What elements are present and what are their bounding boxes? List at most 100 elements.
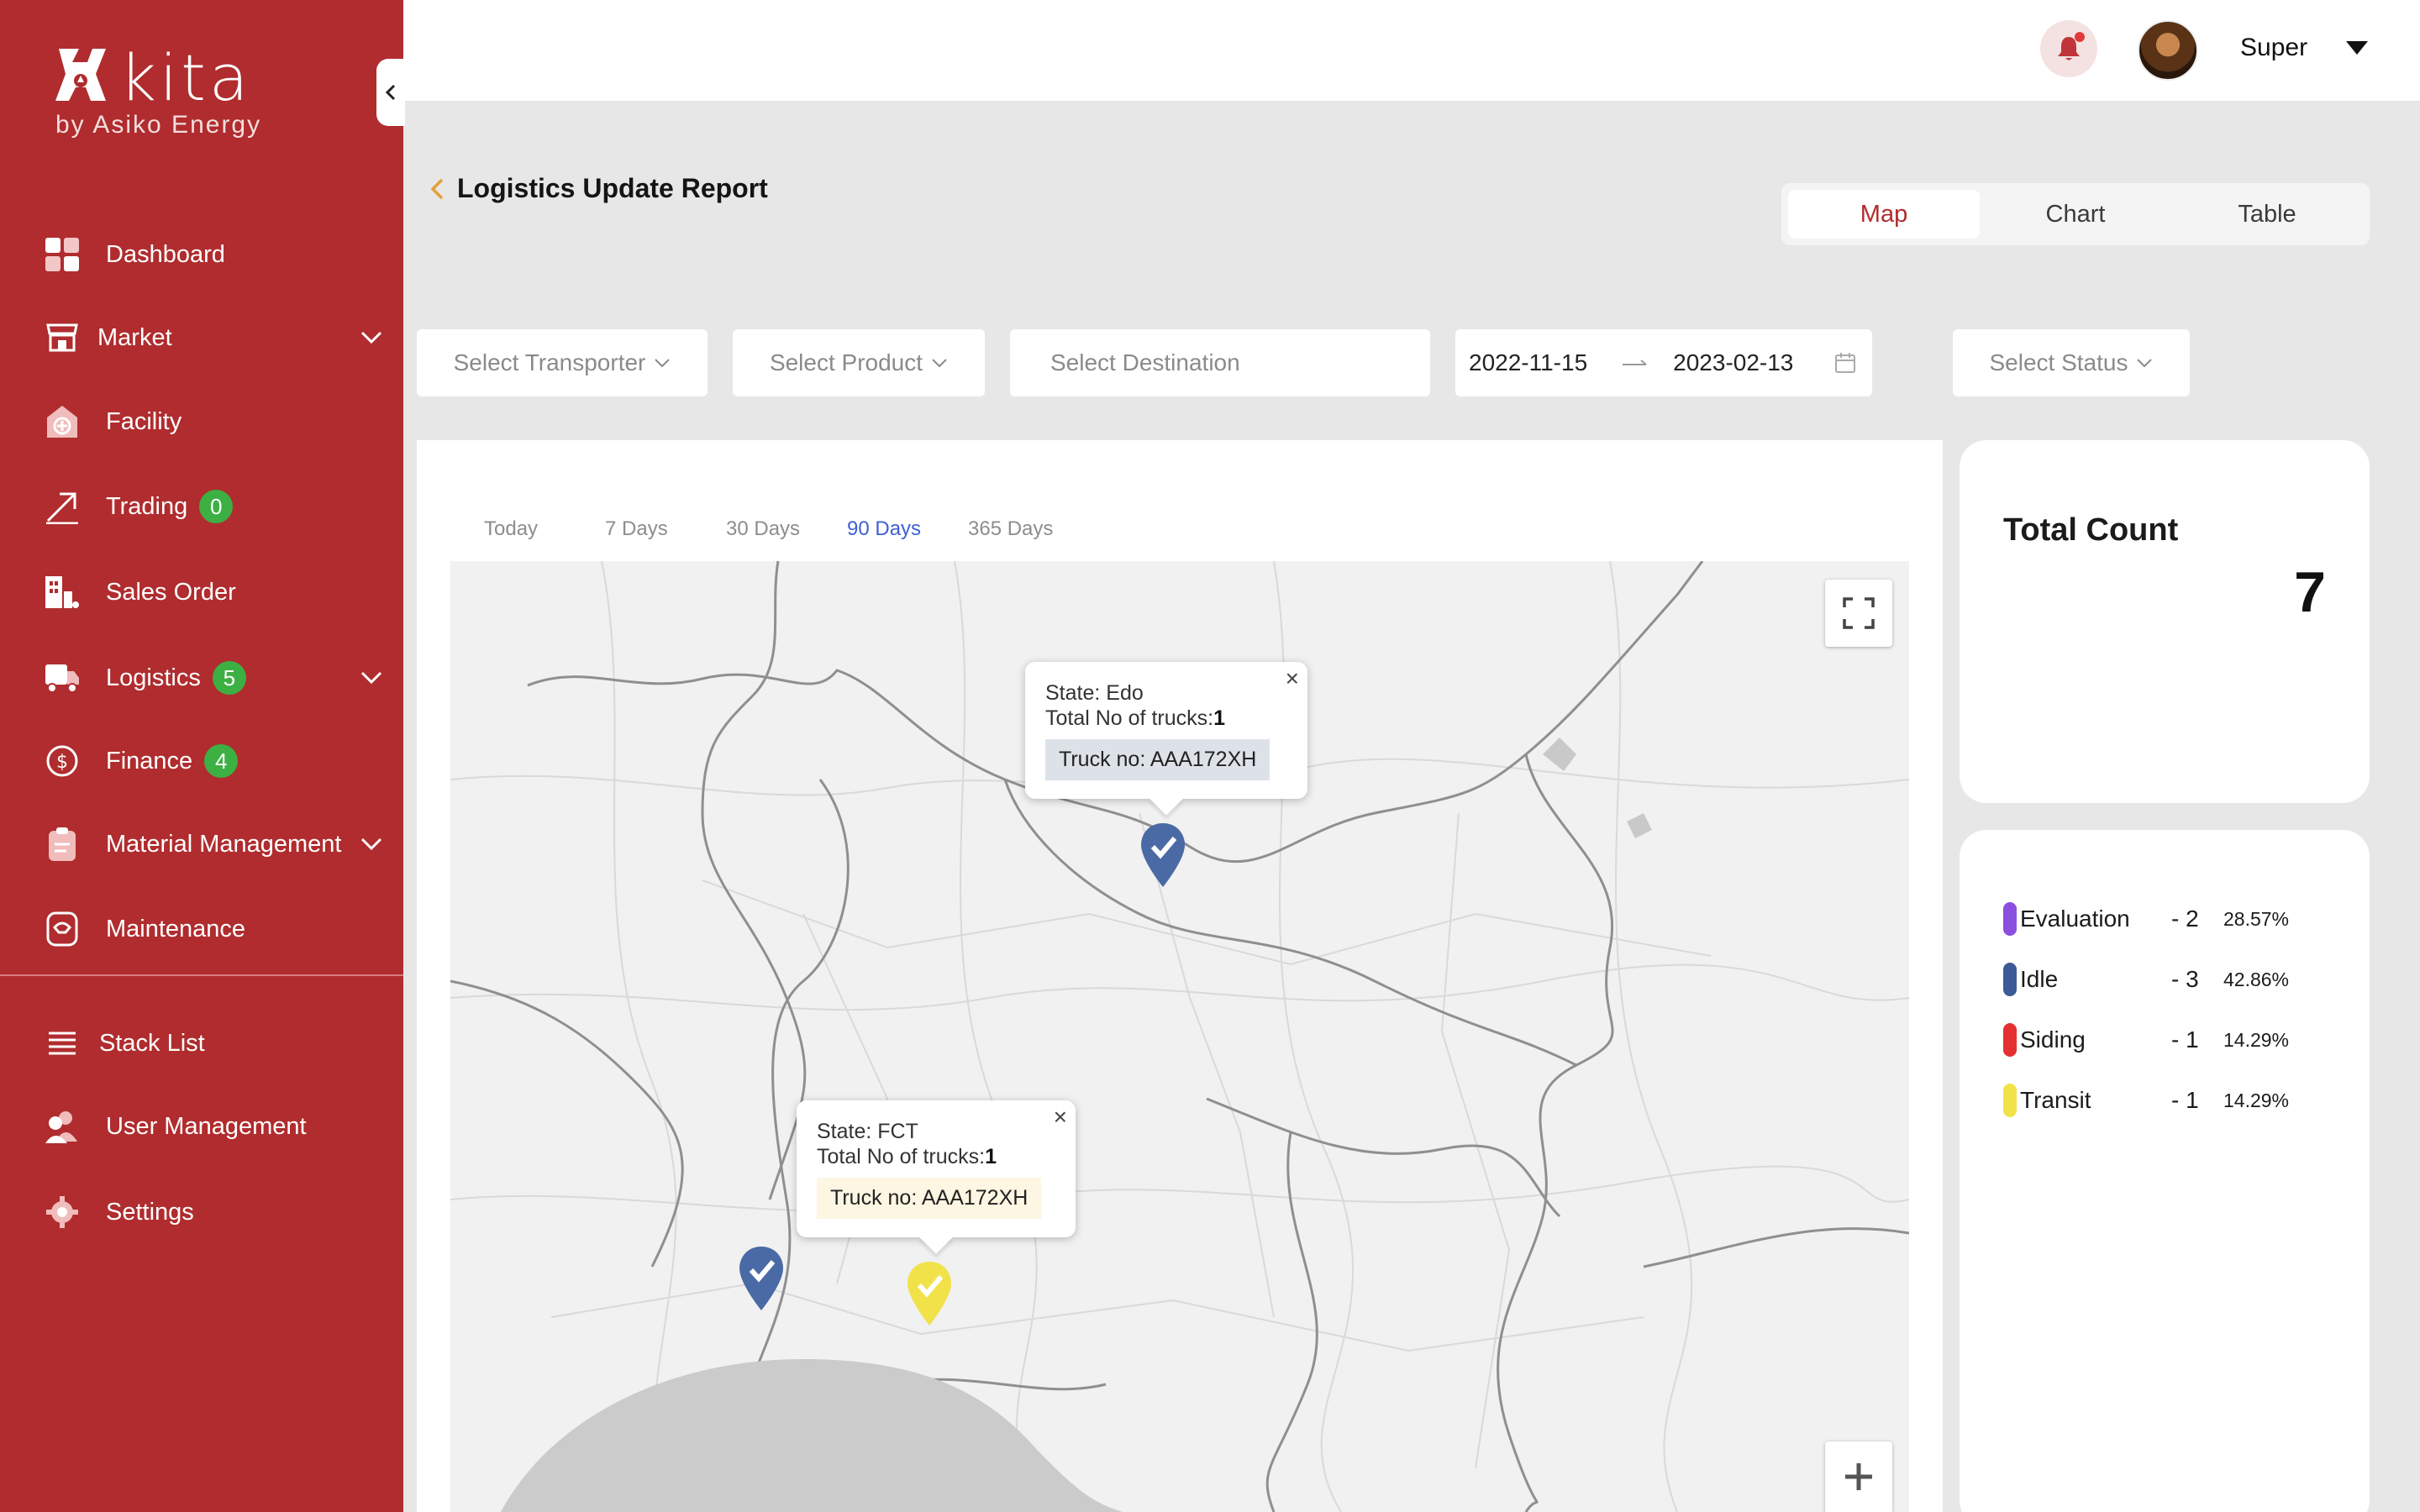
date-start[interactable]: 2022-11-15 [1469,349,1587,376]
sidebar-item-label: Logistics [106,664,201,691]
kita-logo-icon [55,49,106,101]
brand-tagline: by Asiko Energy [55,111,262,139]
sidebar-item-dashboard[interactable]: Dashboard [0,221,403,288]
sidebar-item-market[interactable]: Market [0,304,403,371]
user-name[interactable]: Super [2240,34,2307,62]
sidebar-item-sales-order[interactable]: Sales Order [0,559,403,626]
tab-table[interactable]: Table [2171,190,2363,239]
product-select[interactable]: Select Product [733,329,985,396]
sidebar-item-user-management[interactable]: User Management [0,1093,403,1160]
legend-swatch [2003,963,2017,996]
legend-count: - 1 [2171,1087,2199,1113]
fullscreen-icon [1843,597,1875,629]
avatar[interactable] [2138,20,2198,81]
maintenance-icon [44,911,81,948]
legend-name: Transit [2020,1087,2091,1113]
sidebar-item-label: Market [97,323,172,351]
legend-count: - 1 [2171,1026,2199,1053]
status-select[interactable]: Select Status [1953,329,2190,396]
date-end[interactable]: 2023-02-13 [1673,349,1793,376]
popup-trucks: Total No of trucks:1 [1045,706,1287,731]
legend-percent: 14.29% [2223,1089,2290,1111]
finance-badge: 4 [204,744,239,778]
range-tab-today[interactable]: Today [484,517,538,541]
legend-percent: 14.29% [2223,1028,2290,1051]
back-chevron-icon[interactable] [427,176,447,202]
sidebar-item-material-management[interactable]: Material Management [0,811,403,878]
list-icon [44,1025,81,1062]
legend-swatch [2003,1084,2017,1117]
sidebar: kita by Asiko Energy Dashboard Market Fa… [0,0,405,1512]
notification-dot [2075,32,2085,42]
legend-count: - 2 [2171,906,2199,932]
popup-truck-tag[interactable]: Truck no: AAA172XH [1045,739,1270,780]
total-count-card: Total Count 7 [1960,440,2370,803]
popup-trucks-value: 1 [985,1145,997,1168]
dollar-icon: $ [44,743,81,780]
chevron-down-icon [655,359,671,368]
chevron-left-icon [385,84,396,101]
sidebar-item-label: Dashboard [106,240,225,268]
view-toggle: Map Chart Table [1781,183,2370,245]
sidebar-item-maintenance[interactable]: Maintenance [0,895,403,963]
chevron-down-icon [360,671,382,685]
total-count-title: Total Count [2003,512,2179,548]
date-range-picker[interactable]: 2022-11-15 2023-02-13 [1455,329,1872,396]
map-pin-idle[interactable] [1138,822,1188,889]
trading-badge: 0 [199,490,234,523]
sidebar-item-label: Stack List [99,1029,205,1057]
tab-map[interactable]: Map [1788,190,1980,239]
legend-row-transit: Transit - 1 14.29% [2003,1084,2373,1117]
trading-icon [44,488,81,525]
total-count-value: 7 [2294,560,2326,624]
sidebar-item-settings[interactable]: Settings [0,1179,403,1246]
notification-button[interactable] [2040,20,2097,77]
range-tab-365-days[interactable]: 365 Days [968,517,1053,541]
popup-trucks-value: 1 [1213,706,1225,730]
sidebar-item-label: Finance [106,747,193,774]
range-tab-7-days[interactable]: 7 Days [605,517,668,541]
arrow-right-icon [1623,360,1647,365]
fullscreen-button[interactable] [1825,580,1892,647]
product-select-placeholder: Select Product [769,349,923,375]
gear-icon [44,1194,81,1231]
brand-logo[interactable]: kita by Asiko Energy [54,40,306,150]
map-panel: Today 7 Days 30 Days 90 Days 365 Days × … [417,440,1943,1512]
logistics-badge: 5 [212,661,246,695]
status-legend-card: Evaluation - 2 28.57% Idle - 3 42.86% Si… [1960,830,2370,1512]
chevron-down-icon [2137,359,2153,368]
status-select-placeholder: Select Status [1989,349,2128,375]
popup-truck-tag[interactable]: Truck no: AAA172XH [817,1178,1042,1219]
range-tab-30-days[interactable]: 30 Days [726,517,800,541]
map-pin-idle[interactable] [736,1245,786,1312]
sidebar-item-label: User Management [106,1112,307,1140]
transporter-select-placeholder: Select Transporter [453,349,646,375]
destination-input[interactable]: Select Destination [1010,329,1430,396]
map-pin-transit[interactable] [904,1260,955,1327]
sidebar-item-label: Facility [106,407,182,435]
sidebar-item-logistics[interactable]: Logistics 5 [0,644,403,711]
legend-swatch [2003,902,2017,936]
range-tab-90-days[interactable]: 90 Days [847,517,921,541]
map-popup-fct: × State: FCT Total No of trucks:1 Truck … [797,1100,1076,1254]
popup-trucks: Total No of trucks:1 [817,1144,1055,1169]
caret-down-icon[interactable] [2344,39,2370,57]
sidebar-item-label: Sales Order [106,578,236,606]
zoom-in-button[interactable] [1825,1441,1892,1512]
legend-percent: 42.86% [2223,968,2290,990]
clipboard-icon [44,826,81,863]
close-icon[interactable]: × [1286,665,1299,692]
transporter-select[interactable]: Select Transporter [417,329,708,396]
sidebar-item-facility[interactable]: Facility [0,388,403,455]
map-canvas[interactable]: × State: Edo Total No of trucks:1 Truck … [450,561,1909,1512]
legend-percent: 28.57% [2223,907,2290,930]
sidebar-item-stack-list[interactable]: Stack List [0,1010,403,1077]
sidebar-item-finance[interactable]: $ Finance 4 [0,727,403,795]
legend-name: Evaluation [2020,906,2130,932]
tab-chart[interactable]: Chart [1980,190,2171,239]
close-icon[interactable]: × [1054,1104,1067,1131]
popup-state: State: FCT [817,1120,918,1143]
sidebar-item-trading[interactable]: Trading 0 [0,473,403,540]
chevron-down-icon [360,837,382,851]
sidebar-collapse-button[interactable] [376,59,405,126]
